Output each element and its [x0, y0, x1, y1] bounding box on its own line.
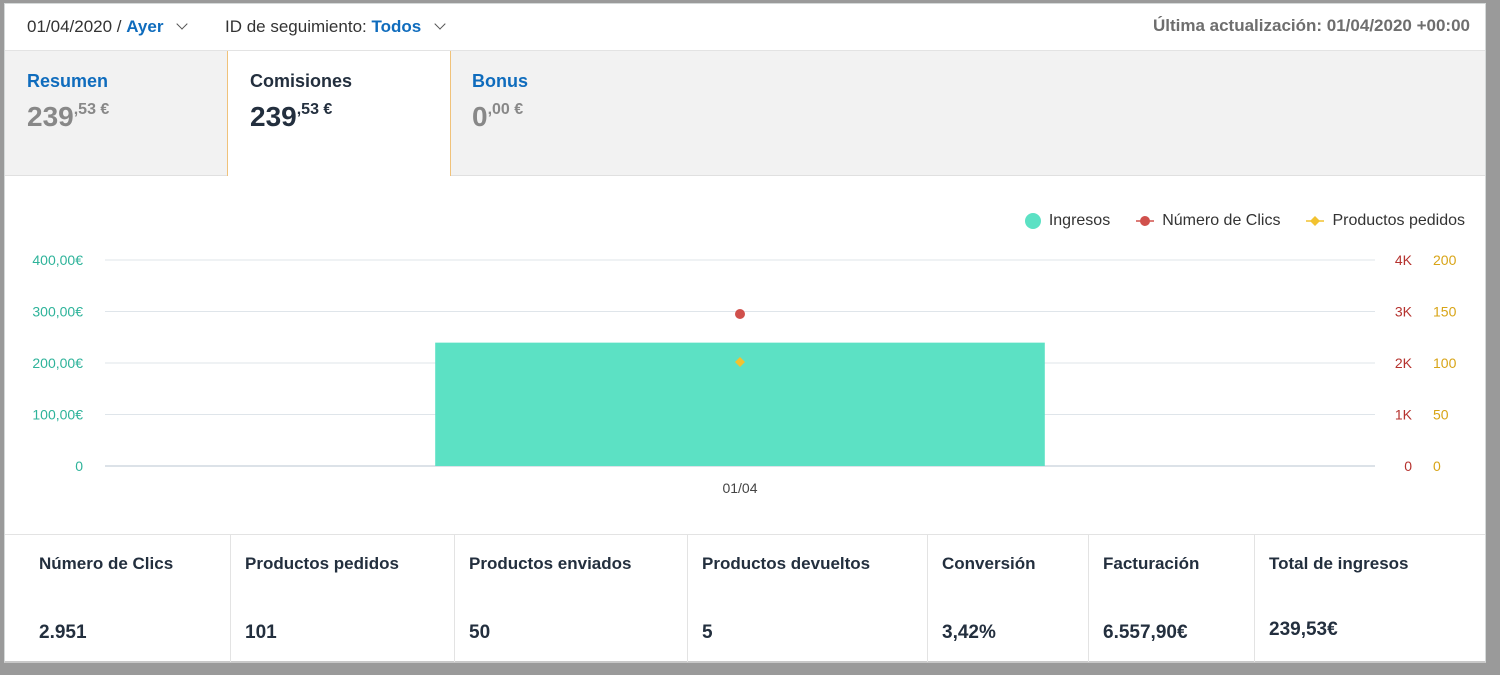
tracking-label: ID de seguimiento: — [225, 17, 367, 36]
y-left-tick-label: 100,00€ — [32, 407, 83, 423]
chart-plot: 0 0 0 100,00€ 1K 50 200,00€ 2K 100 300,00€ 3K 150 40… — [32, 252, 1457, 496]
x-tick-label: 01/04 — [722, 480, 757, 496]
y-right-clics-tick-label: 2K — [1395, 355, 1413, 371]
metric-value: 5 — [702, 622, 713, 643]
tab-amount: 239,53 € — [250, 101, 332, 133]
date-value: Ayer — [126, 17, 164, 36]
tab-title: Comisiones — [250, 71, 353, 91]
tracking-value: Todos — [371, 17, 422, 36]
metric-label: Productos devueltos — [702, 554, 871, 573]
amount-integer: 239 — [250, 101, 297, 132]
metric-facturacion: Facturación 6.557,90€ — [1089, 535, 1255, 662]
metric-productos-enviados: Productos enviados 50 — [455, 535, 688, 662]
metric-label: Productos enviados — [469, 554, 632, 573]
metric-value: 2.951 — [39, 622, 87, 643]
metric-value: 50 — [469, 622, 491, 643]
tab-comisiones[interactable]: Comisiones 239,53 € — [227, 51, 451, 198]
metric-label: Productos pedidos — [245, 554, 399, 573]
summary-tabs: Resumen 239,53 € Comisiones 239,53 € Bon… — [5, 51, 1485, 198]
metric-productos-pedidos: Productos pedidos 101 — [231, 535, 455, 662]
amount-integer: 0 — [472, 101, 488, 132]
date-filter-dropdown[interactable]: 01/04/2020 / Ayer — [27, 17, 188, 37]
y-right-productos-tick-label: 150 — [1433, 304, 1457, 320]
metric-label: Total de ingresos — [1269, 554, 1409, 573]
tab-amount: 239,53 € — [27, 101, 109, 133]
point-clics — [735, 309, 745, 320]
metrics-table: Número de Clics 2.951 Productos pedidos … — [5, 534, 1485, 662]
y-right-clics-tick-label: 1K — [1395, 407, 1413, 423]
y-left-tick-label: 200,00€ — [32, 355, 83, 371]
tab-title: Bonus — [472, 71, 528, 91]
earnings-chart: Ingresos Número de Clics Productos pedid… — [5, 176, 1485, 534]
chevron-down-icon — [176, 18, 188, 30]
tracking-id-dropdown[interactable]: ID de seguimiento: Todos — [225, 17, 446, 37]
y-right-productos-tick-label: 0 — [1433, 458, 1441, 474]
y-right-clics-tick-label: 0 — [1404, 458, 1412, 474]
metric-label: Número de Clics — [39, 554, 174, 573]
tab-title: Resumen — [27, 71, 109, 91]
y-right-clics-tick-label: 4K — [1395, 252, 1413, 268]
metric-conversion: Conversión 3,42% — [928, 535, 1089, 662]
metric-value: 239,53€ — [1269, 619, 1338, 640]
amount-integer: 239 — [27, 101, 74, 132]
y-left-tick-label: 300,00€ — [32, 304, 83, 320]
filter-bar: 01/04/2020 / Ayer ID de seguimiento: Tod… — [5, 4, 1485, 51]
amount-decimal: ,00 € — [487, 101, 524, 118]
chevron-down-icon — [434, 18, 446, 30]
y-left-tick-label: 400,00€ — [32, 252, 83, 268]
amount-decimal: ,53 € — [73, 101, 110, 118]
metric-value: 6.557,90€ — [1103, 622, 1188, 643]
y-right-clics-tick-label: 3K — [1395, 304, 1413, 320]
last-update-text: Última actualización: 01/04/2020 +00:00 — [1152, 16, 1470, 35]
metric-label: Facturación — [1103, 554, 1200, 573]
metric-value: 3,42% — [942, 622, 996, 643]
y-right-productos-tick-label: 100 — [1433, 355, 1457, 371]
metric-productos-devueltos: Productos devueltos 5 — [688, 535, 928, 662]
y-left-tick-label: 0 — [75, 458, 83, 474]
y-right-productos-tick-label: 200 — [1433, 252, 1457, 268]
y-right-productos-tick-label: 50 — [1433, 407, 1449, 423]
metric-total-ingresos: Total de ingresos 239,53€ — [1255, 535, 1485, 662]
metric-clics: Número de Clics 2.951 — [5, 535, 231, 662]
tab-resumen[interactable]: Resumen 239,53 € — [5, 51, 227, 175]
dashboard-panel: 01/04/2020 / Ayer ID de seguimiento: Tod… — [4, 3, 1486, 663]
amount-decimal: ,53 € — [296, 101, 333, 118]
metric-label: Conversión — [942, 554, 1036, 573]
metric-value: 101 — [245, 622, 277, 643]
tab-bonus[interactable]: Bonus 0,00 € — [450, 51, 672, 175]
date-label: 01/04/2020 / — [27, 17, 122, 36]
tab-amount: 0,00 € — [472, 101, 523, 133]
